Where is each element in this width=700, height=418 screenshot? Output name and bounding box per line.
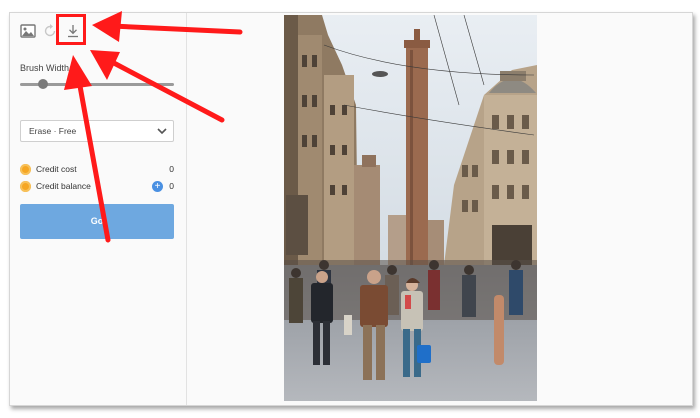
credit-cost-row: Credit cost 0 <box>20 163 174 177</box>
chevron-down-icon <box>157 128 167 135</box>
coin-icon <box>20 164 31 175</box>
credit-balance-label: Credit balance <box>36 181 91 191</box>
editor-canvas[interactable] <box>187 13 692 405</box>
image-icon[interactable] <box>20 23 36 39</box>
credit-cost-value: 0 <box>169 164 174 174</box>
street-photo-image <box>284 15 537 401</box>
credit-balance-row: Credit balance + 0 <box>20 180 174 194</box>
mode-select[interactable]: Erase · Free <box>20 120 174 142</box>
credit-cost-label: Credit cost <box>36 164 77 174</box>
mode-select-value: Erase · Free <box>29 126 77 136</box>
brush-width-slider-handle[interactable] <box>38 79 49 89</box>
coin-icon <box>20 181 31 192</box>
download-highlight-box <box>56 14 86 45</box>
street-photo <box>284 15 537 401</box>
sidebar: Brush Width Erase · Free Credit cost 0 C… <box>10 13 187 405</box>
app-window: Brush Width Erase · Free Credit cost 0 C… <box>9 12 693 406</box>
brush-width-label: Brush Width <box>20 63 70 73</box>
credit-balance-value: 0 <box>169 181 174 191</box>
go-button[interactable]: Go <box>20 204 174 239</box>
add-credits-icon[interactable]: + <box>152 181 163 192</box>
